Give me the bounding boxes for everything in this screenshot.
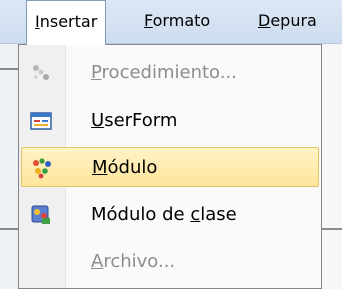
menu-item-modulo-de-clase[interactable]: Módulo de clase bbox=[21, 195, 319, 235]
menu-depuracion-label: epura bbox=[270, 11, 317, 30]
menu-bar: Insertar Formato Depura bbox=[0, 0, 342, 45]
menu-insertar-label: nsertar bbox=[39, 12, 98, 31]
procedure-icon bbox=[30, 62, 52, 84]
background-divider bbox=[0, 228, 18, 230]
menu-formato-accelerator: F bbox=[144, 11, 153, 30]
background-right-panel bbox=[322, 44, 342, 289]
menu-item-archivo[interactable]: Archivo... bbox=[21, 242, 319, 282]
class-module-icon bbox=[30, 204, 52, 226]
menu-item-label: Módulo de clase bbox=[91, 204, 237, 225]
module-icon bbox=[31, 157, 53, 179]
menu-depuracion-accelerator: D bbox=[258, 11, 271, 30]
background-divider bbox=[322, 228, 342, 230]
menu-item-userform[interactable]: UserForm bbox=[21, 101, 319, 141]
vba-editor-window: Insertar Formato Depura Procedimiento...… bbox=[0, 0, 342, 289]
menu-item-label: Archivo... bbox=[91, 251, 176, 272]
background-left-panel bbox=[0, 44, 18, 289]
menu-formato-label: ormato bbox=[152, 11, 211, 30]
menu-formato[interactable]: Formato bbox=[144, 0, 210, 43]
userform-icon bbox=[30, 110, 52, 132]
menu-depuracion[interactable]: Depura bbox=[258, 0, 317, 43]
menu-item-label: Procedimiento... bbox=[91, 62, 237, 83]
menu-item-modulo[interactable]: Módulo bbox=[21, 147, 319, 187]
menu-item-procedimiento[interactable]: Procedimiento... bbox=[21, 53, 319, 93]
file-icon bbox=[30, 251, 52, 273]
menu-item-label: Módulo bbox=[92, 157, 158, 178]
background-divider bbox=[0, 68, 18, 70]
menu-item-label: UserForm bbox=[91, 110, 178, 131]
menu-insertar[interactable]: Insertar bbox=[26, 0, 107, 45]
insertar-dropdown-menu: Procedimiento... UserForm Módulo Módulo … bbox=[18, 44, 322, 289]
